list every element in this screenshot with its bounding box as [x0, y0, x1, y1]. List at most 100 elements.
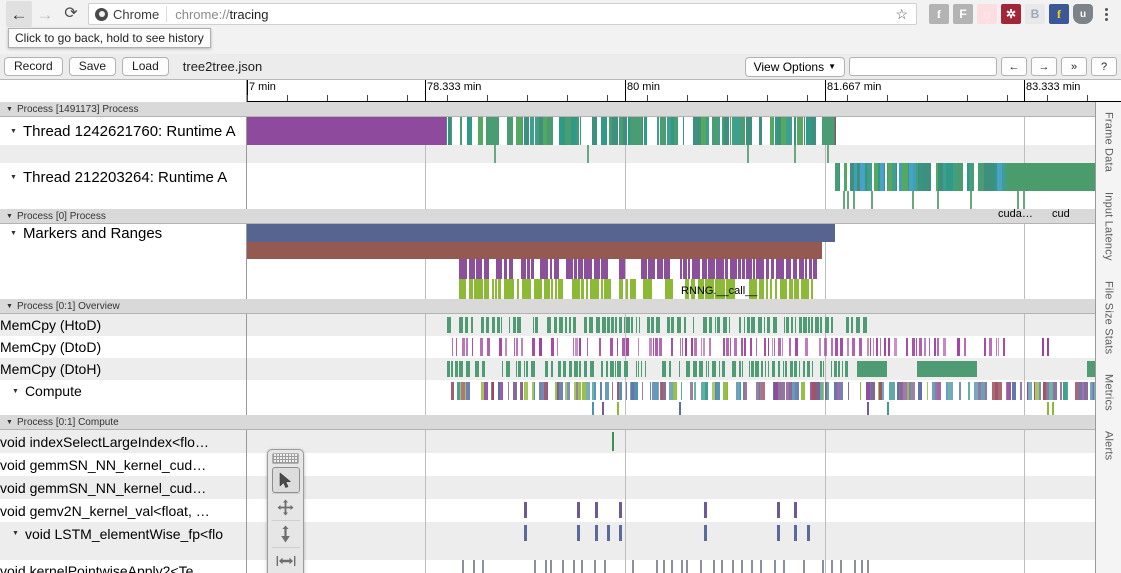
trace-slice[interactable] — [918, 382, 922, 400]
trace-slice[interactable] — [794, 145, 796, 163]
trace-slice[interactable] — [680, 259, 682, 279]
trace-slice[interactable] — [847, 338, 849, 356]
trace-slice[interactable] — [693, 317, 694, 333]
trace-slice[interactable] — [807, 525, 810, 541]
track-label[interactable]: ▼ void LSTM_elementWise_fp<flo — [0, 522, 247, 545]
track-canvas[interactable] — [247, 402, 1095, 415]
trace-slice[interactable] — [622, 338, 625, 356]
trace-track-area[interactable]: ▼ Process [1491173] Process ▼ Thread 124262… — [0, 102, 1095, 573]
trace-slice[interactable] — [998, 338, 999, 356]
omnibox-url[interactable]: chrome://tracing — [167, 7, 268, 22]
trace-slice[interactable] — [605, 382, 609, 400]
trace-slice[interactable] — [558, 279, 563, 299]
trace-slice[interactable] — [502, 361, 503, 377]
trace-slice[interactable] — [641, 361, 642, 377]
trace-slice[interactable] — [619, 317, 622, 333]
trace-slice[interactable] — [998, 382, 1002, 400]
trace-slice[interactable] — [794, 361, 797, 377]
trace-slice[interactable] — [607, 317, 610, 333]
trace-slice[interactable] — [619, 502, 622, 518]
trace-slice[interactable] — [723, 317, 727, 333]
trace-slice[interactable] — [669, 361, 671, 377]
track-label[interactable]: void kernelPointwiseApply2<Te… — [0, 560, 247, 573]
trace-slice[interactable] — [671, 560, 673, 573]
trace-slice[interactable] — [774, 338, 775, 356]
trace-slice[interactable] — [577, 502, 580, 518]
trace-slice[interactable] — [782, 338, 783, 356]
trace-slice[interactable] — [547, 382, 548, 400]
trace-slice[interactable] — [984, 338, 986, 356]
trace-slice[interactable] — [494, 145, 496, 163]
track-canvas[interactable] — [247, 522, 1095, 545]
trace-slice[interactable] — [611, 317, 614, 333]
trace-slice[interactable] — [700, 560, 702, 573]
ublock-extension-icon[interactable]: u — [1073, 4, 1093, 24]
trace-slice[interactable] — [725, 259, 728, 279]
trace-slice[interactable] — [544, 279, 550, 299]
trace-slice[interactable] — [846, 317, 849, 333]
trace-slice[interactable] — [807, 361, 810, 377]
trace-slice[interactable] — [451, 117, 452, 145]
trace-slice[interactable] — [649, 338, 652, 356]
trace-slice[interactable] — [726, 279, 735, 299]
trace-slice[interactable] — [691, 279, 695, 299]
trace-slice[interactable] — [686, 560, 688, 573]
trace-slice[interactable] — [699, 361, 703, 377]
trace-slice[interactable] — [831, 338, 833, 356]
trace-slice[interactable] — [651, 317, 654, 333]
trace-slice[interactable] — [896, 163, 897, 191]
trace-slice[interactable] — [786, 259, 791, 279]
trace-slice[interactable] — [590, 361, 594, 377]
trace-slice[interactable] — [765, 361, 766, 377]
trace-slice[interactable] — [554, 259, 559, 279]
trace-slice[interactable] — [1020, 382, 1022, 400]
trace-slice[interactable] — [804, 117, 805, 145]
trace-slice[interactable] — [734, 338, 737, 356]
track-row[interactable] — [0, 259, 1095, 279]
blue-b-extension-icon[interactable]: B — [1025, 4, 1045, 24]
trace-slice[interactable] — [466, 382, 470, 400]
trace-slice[interactable] — [794, 502, 797, 518]
trace-slice[interactable] — [929, 338, 930, 356]
trace-slice[interactable] — [638, 338, 639, 356]
trace-slice[interactable] — [620, 382, 622, 400]
trace-slice[interactable] — [927, 382, 928, 400]
trace-slice[interactable] — [741, 338, 743, 356]
trace-slice[interactable] — [610, 361, 614, 377]
group-header-process-0-1-overview[interactable]: ▼ Process [0:1] Overview — [0, 299, 1095, 314]
trace-slice[interactable] — [803, 317, 807, 333]
track-row[interactable]: MemCpy (DtoH) — [0, 358, 1095, 380]
trace-slice[interactable] — [482, 560, 484, 573]
trace-slice[interactable] — [834, 361, 837, 377]
trace-slice[interactable] — [517, 317, 521, 333]
trace-slice[interactable] — [562, 560, 564, 573]
trace-slice[interactable] — [665, 279, 673, 299]
trace-slice[interactable] — [545, 560, 547, 573]
trace-slice[interactable] — [801, 279, 809, 299]
trace-slice[interactable] — [739, 361, 741, 377]
trace-slice[interactable] — [766, 259, 769, 279]
trace-slice[interactable] — [894, 338, 897, 356]
trace-slice[interactable] — [873, 338, 874, 356]
trace-slice[interactable] — [876, 338, 878, 356]
trace-slice[interactable] — [600, 382, 602, 400]
trace-slice[interactable] — [683, 259, 687, 279]
trace-slice[interactable] — [852, 338, 855, 356]
facebook-blue-extension-icon[interactable]: f — [1049, 4, 1069, 24]
trace-slice[interactable] — [686, 361, 690, 377]
trace-slice[interactable] — [478, 117, 483, 145]
trace-slice[interactable] — [513, 317, 516, 333]
trace-slice[interactable] — [518, 361, 521, 377]
trace-slice[interactable] — [854, 560, 856, 573]
trace-slice[interactable] — [671, 317, 674, 333]
trace-slice[interactable] — [867, 338, 869, 356]
trace-slice[interactable] — [447, 361, 450, 377]
trace-slice[interactable] — [867, 163, 872, 191]
trace-slice[interactable] — [650, 382, 651, 400]
trace-slice[interactable] — [615, 317, 617, 333]
trace-slice[interactable] — [746, 259, 752, 279]
trace-slice[interactable] — [767, 317, 770, 333]
trace-slice[interactable] — [602, 317, 606, 333]
trace-slice[interactable] — [884, 163, 885, 191]
trace-slice[interactable] — [746, 117, 752, 145]
